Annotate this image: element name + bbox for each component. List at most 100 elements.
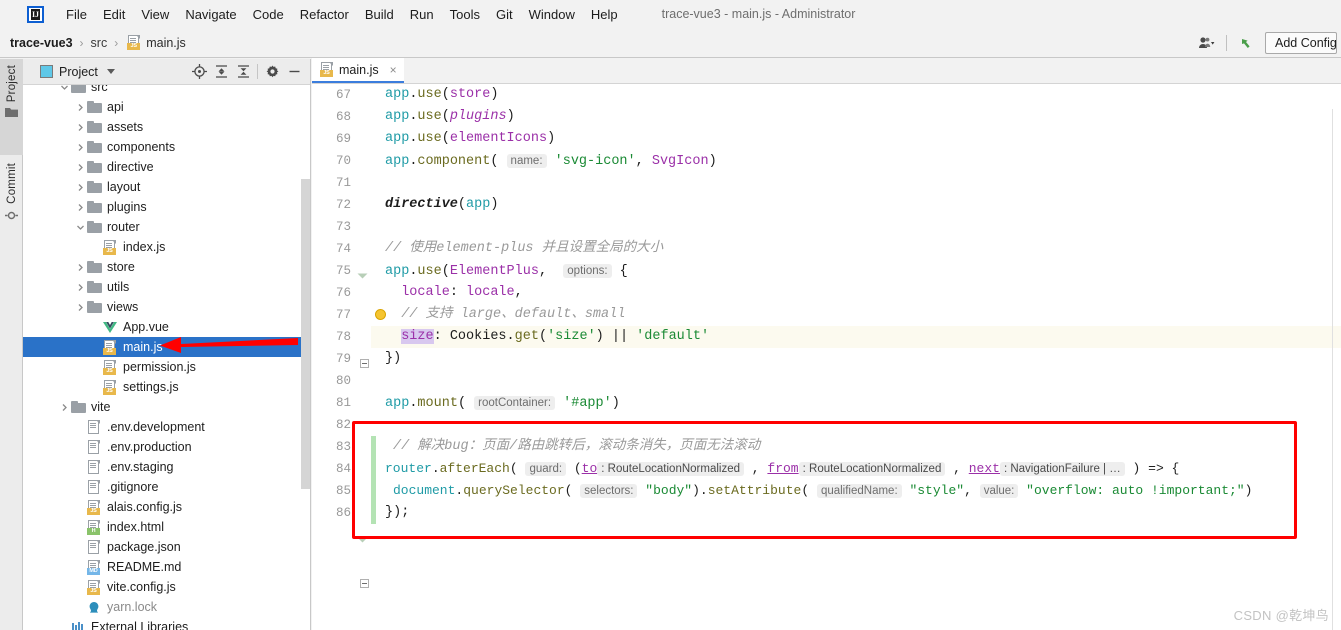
chevron-down-icon[interactable] bbox=[57, 85, 71, 94]
chevron-right-icon[interactable] bbox=[73, 120, 87, 134]
breadcrumb-file-mainjs[interactable]: main.js bbox=[146, 36, 186, 50]
js-file-icon: JS bbox=[103, 379, 119, 395]
chevron-right-icon[interactable] bbox=[73, 180, 87, 194]
tree-node-permission-js[interactable]: JS permission.js bbox=[23, 357, 310, 377]
code-viewport[interactable]: 67 68 69 70 71 72 73 74 75 76 77 78 79 80 81 82 83 84 85 86… bbox=[312, 84, 1341, 630]
tree-node--env-development[interactable]: .env.development bbox=[23, 417, 310, 437]
settings-gear-icon[interactable] bbox=[261, 61, 283, 83]
tree-node-plugins[interactable]: plugins bbox=[23, 197, 310, 217]
tree-node-settings-js[interactable]: JS settings.js bbox=[23, 377, 310, 397]
chevron-right-icon[interactable] bbox=[73, 140, 87, 154]
tool-tab-project[interactable]: Project bbox=[0, 59, 23, 155]
line-number-67: 67 bbox=[335, 88, 351, 102]
tree-node-label: views bbox=[107, 300, 139, 314]
line-number-75: 75 bbox=[335, 264, 351, 278]
tree-node-alais-config-js[interactable]: JS alais.config.js bbox=[23, 497, 310, 517]
tree-node-vite-config-js[interactable]: JS vite.config.js bbox=[23, 577, 310, 597]
tree-node-router[interactable]: router bbox=[23, 217, 310, 237]
code-text[interactable]: app.use(store) app.use(plugins) app.use(… bbox=[371, 84, 1341, 630]
gitignore-file-icon bbox=[87, 479, 103, 495]
scrollbar-thumb[interactable] bbox=[301, 179, 310, 489]
user-dropdown-icon[interactable] bbox=[1194, 31, 1220, 55]
tree-node-views[interactable]: views bbox=[23, 297, 310, 317]
chevron-right-icon[interactable] bbox=[57, 400, 71, 414]
tree-node-readme-md[interactable]: MD README.md bbox=[23, 557, 310, 577]
fold-collapse-icon[interactable] bbox=[360, 359, 369, 368]
tree-node--env-staging[interactable]: .env.staging bbox=[23, 457, 310, 477]
tree-node-assets[interactable]: assets bbox=[23, 117, 310, 137]
code-line-69: app.use(elementIcons) bbox=[385, 131, 556, 146]
tree-node-label: permission.js bbox=[123, 360, 196, 374]
folder-icon bbox=[87, 199, 103, 215]
add-configuration-button[interactable]: Add Configuration... bbox=[1265, 31, 1337, 54]
tree-node-package-json[interactable]: package.json bbox=[23, 537, 310, 557]
tool-tab-commit[interactable]: Commit bbox=[0, 157, 23, 252]
fold-collapse-icon[interactable] bbox=[360, 579, 369, 588]
fold-arrow-icon[interactable] bbox=[357, 273, 368, 279]
tree-node-src[interactable]: src bbox=[23, 85, 310, 97]
tree-node-app-vue[interactable]: App.vue bbox=[23, 317, 310, 337]
tree-node-store[interactable]: store bbox=[23, 257, 310, 277]
project-tree-scrollbar[interactable] bbox=[301, 179, 310, 489]
intention-bulb-icon[interactable] bbox=[375, 309, 386, 320]
chevron-right-icon[interactable] bbox=[73, 200, 87, 214]
tree-node-layout[interactable]: layout bbox=[23, 177, 310, 197]
editor-tab-mainjs[interactable]: JS main.js × bbox=[312, 58, 404, 83]
folder-icon bbox=[87, 279, 103, 295]
update-arrow-icon[interactable] bbox=[1233, 31, 1259, 55]
folder-icon bbox=[5, 107, 18, 121]
breadcrumb-project[interactable]: trace-vue3 bbox=[10, 36, 73, 50]
folder-icon bbox=[87, 179, 103, 195]
code-folding-gutter[interactable] bbox=[357, 84, 371, 630]
tree-node-directive[interactable]: directive bbox=[23, 157, 310, 177]
line-number-77: 77 bbox=[335, 308, 351, 322]
editor-tab-label: main.js bbox=[339, 62, 379, 77]
menu-item-tools[interactable]: Tools bbox=[442, 5, 488, 24]
chevron-down-icon[interactable] bbox=[106, 69, 115, 74]
tree-node--env-production[interactable]: .env.production bbox=[23, 437, 310, 457]
code-line-68: app.use(plugins) bbox=[385, 109, 515, 124]
menu-item-refactor[interactable]: Refactor bbox=[292, 5, 357, 24]
fold-arrow-icon[interactable] bbox=[357, 537, 368, 543]
menu-item-navigate[interactable]: Navigate bbox=[177, 5, 244, 24]
close-icon[interactable]: × bbox=[390, 63, 397, 77]
menu-item-build[interactable]: Build bbox=[357, 5, 402, 24]
project-tree[interactable]: src api assets components directive layout plu… bbox=[23, 85, 310, 630]
chevron-right-icon[interactable] bbox=[73, 100, 87, 114]
chevron-right-icon[interactable] bbox=[73, 280, 87, 294]
menu-item-git[interactable]: Git bbox=[488, 5, 521, 24]
expand-all-icon[interactable] bbox=[210, 61, 232, 83]
menu-item-view[interactable]: View bbox=[133, 5, 177, 24]
menu-item-window[interactable]: Window bbox=[521, 5, 583, 24]
chevron-down-icon[interactable] bbox=[73, 220, 87, 234]
line-number-81: 81 bbox=[335, 396, 351, 410]
tree-node-vite[interactable]: vite bbox=[23, 397, 310, 417]
tree-node-index-html[interactable]: Hindex.html bbox=[23, 517, 310, 537]
tree-node-label: vite bbox=[91, 400, 111, 414]
chevron-right-icon[interactable] bbox=[73, 300, 87, 314]
tree-node-yarn-lock[interactable]: yarn.lock bbox=[23, 597, 310, 617]
tree-node-label: App.vue bbox=[123, 320, 169, 334]
tree-node--gitignore[interactable]: .gitignore bbox=[23, 477, 310, 497]
menu-item-file[interactable]: File bbox=[58, 5, 95, 24]
tree-node-external-libraries[interactable]: External Libraries bbox=[23, 617, 310, 630]
collapse-all-icon[interactable] bbox=[232, 61, 254, 83]
breadcrumb-folder-src[interactable]: src bbox=[91, 36, 108, 50]
menu-item-edit[interactable]: Edit bbox=[95, 5, 133, 24]
menu-item-run[interactable]: Run bbox=[402, 5, 442, 24]
menu-item-code[interactable]: Code bbox=[245, 5, 292, 24]
tree-node-main-js[interactable]: JS main.js bbox=[23, 337, 310, 357]
tree-node-api[interactable]: api bbox=[23, 97, 310, 117]
hide-panel-icon[interactable] bbox=[283, 61, 305, 83]
chevron-right-icon[interactable] bbox=[73, 160, 87, 174]
tree-node-index-js[interactable]: JS index.js bbox=[23, 237, 310, 257]
tree-node-label: vite.config.js bbox=[107, 580, 176, 594]
select-opened-file-icon[interactable] bbox=[188, 61, 210, 83]
tree-node-utils[interactable]: utils bbox=[23, 277, 310, 297]
chevron-right-icon[interactable] bbox=[73, 260, 87, 274]
menu-item-help[interactable]: Help bbox=[583, 5, 626, 24]
line-number-70: 70 bbox=[335, 154, 351, 168]
line-number-86: 86 bbox=[335, 506, 351, 520]
tree-node-components[interactable]: components bbox=[23, 137, 310, 157]
